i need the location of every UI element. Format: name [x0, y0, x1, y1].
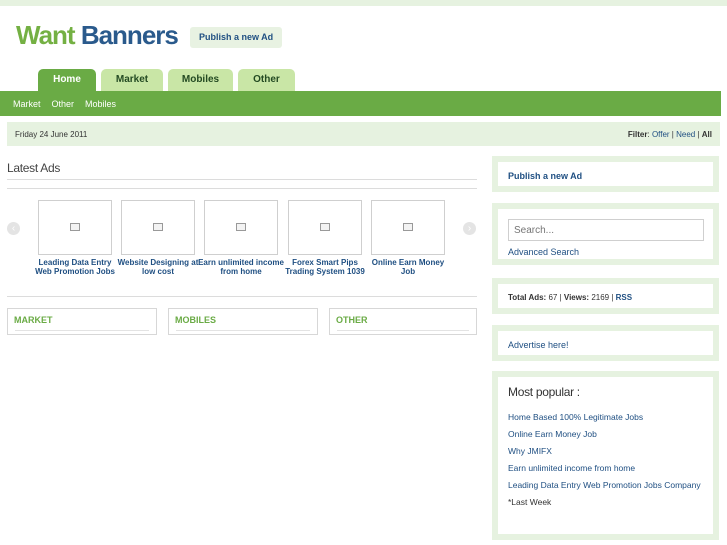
ad-caption[interactable]: Online Earn Money Job — [365, 258, 451, 276]
subnav-other[interactable]: Other — [52, 99, 75, 109]
carousel-next-icon[interactable]: › — [463, 222, 476, 235]
ad-thumbnail[interactable] — [121, 200, 195, 255]
sidebar-publish-box: Publish a new Ad — [492, 156, 719, 192]
category-title[interactable]: OTHER — [336, 315, 470, 325]
image-placeholder-icon — [403, 223, 413, 231]
publish-ad-button[interactable]: Publish a new Ad — [190, 27, 283, 48]
category-title[interactable]: MARKET — [14, 315, 150, 325]
image-placeholder-icon — [320, 223, 330, 231]
advertise-link[interactable]: Advertise here! — [508, 340, 569, 350]
total-ads-count: 67 — [548, 293, 558, 302]
main-tabs: Home Market Mobiles Other — [38, 69, 295, 91]
site-logo[interactable]: Want Banners — [16, 20, 179, 51]
category-title[interactable]: MOBILES — [175, 315, 311, 325]
sidebar-advertise-box: Advertise here! — [492, 325, 719, 361]
list-item[interactable]: Home Based 100% Legitimate Jobs — [508, 411, 708, 423]
advanced-search-link[interactable]: Advanced Search — [508, 247, 579, 257]
sidebar-search-box: Advanced Search — [492, 203, 719, 265]
latest-ads-title: Latest Ads — [7, 161, 61, 175]
subnav-market[interactable]: Market — [13, 99, 41, 109]
date-bar: Friday 24 June 2011 Filter: Offer | Need… — [7, 122, 720, 146]
category-box-market: MARKET — [7, 308, 157, 335]
divider — [15, 330, 149, 331]
divider — [176, 330, 310, 331]
ad-thumbnail[interactable] — [204, 200, 278, 255]
carousel-prev-icon[interactable]: ‹ — [7, 222, 20, 235]
views-count: 2169 — [591, 293, 610, 302]
sidebar-most-popular-box: Most popular : Home Based 100% Legitimat… — [492, 371, 719, 540]
top-strip — [0, 0, 727, 6]
tab-other[interactable]: Other — [238, 69, 295, 91]
divider — [7, 179, 477, 180]
current-date: Friday 24 June 2011 — [15, 129, 88, 139]
most-popular-title: Most popular : — [508, 385, 580, 399]
filter-controls: Filter: Offer | Need | All — [627, 129, 712, 139]
logo-banners: Banners — [80, 20, 179, 50]
category-box-other: OTHER — [329, 308, 477, 335]
ad-caption[interactable]: Website Designing at low cost — [115, 258, 201, 276]
ad-caption[interactable]: Earn unlimited income from home — [198, 258, 284, 276]
most-popular-footer: *Last Week — [508, 497, 552, 507]
sidebar-publish-link[interactable]: Publish a new Ad — [508, 171, 582, 181]
sidebar-stats-box: Total Ads: 67 | Views: 2169 | RSS — [492, 278, 719, 314]
ad-caption[interactable]: Forex Smart Pips Trading System 1039 — [282, 258, 368, 276]
divider — [7, 296, 477, 297]
subnav-mobiles[interactable]: Mobiles — [85, 99, 116, 109]
total-ads-label: Total Ads: — [508, 293, 547, 302]
ad-caption[interactable]: Leading Data Entry Web Promotion Jobs — [32, 258, 118, 276]
tab-market[interactable]: Market — [101, 69, 163, 91]
ad-thumbnail[interactable] — [371, 200, 445, 255]
filter-label: Filter — [627, 129, 648, 139]
views-label: Views: — [563, 293, 590, 302]
image-placeholder-icon — [153, 223, 163, 231]
site-stats: Total Ads: 67 | Views: 2169 | RSS — [508, 293, 633, 302]
sub-navbar: Market Other Mobiles — [0, 91, 721, 116]
most-popular-list: Home Based 100% Legitimate Jobs Online E… — [508, 411, 708, 508]
logo-want: Want — [16, 20, 76, 50]
list-item[interactable]: Leading Data Entry Web Promotion Jobs Co… — [508, 479, 708, 491]
rss-link[interactable]: RSS — [616, 293, 632, 302]
image-placeholder-icon — [70, 223, 80, 231]
filter-all[interactable]: All — [702, 130, 712, 139]
ad-thumbnail[interactable] — [38, 200, 112, 255]
category-box-mobiles: MOBILES — [168, 308, 318, 335]
divider — [7, 188, 477, 189]
list-item[interactable]: Why JMIFX — [508, 445, 708, 457]
list-item[interactable]: Earn unlimited income from home — [508, 462, 708, 474]
divider — [337, 330, 469, 331]
search-input[interactable] — [508, 219, 704, 241]
filter-offer[interactable]: Offer — [652, 130, 670, 139]
tab-mobiles[interactable]: Mobiles — [168, 69, 233, 91]
list-item[interactable]: Online Earn Money Job — [508, 428, 708, 440]
filter-need[interactable]: Need — [676, 130, 695, 139]
ad-thumbnail[interactable] — [288, 200, 362, 255]
image-placeholder-icon — [236, 223, 246, 231]
tab-home[interactable]: Home — [38, 69, 96, 91]
